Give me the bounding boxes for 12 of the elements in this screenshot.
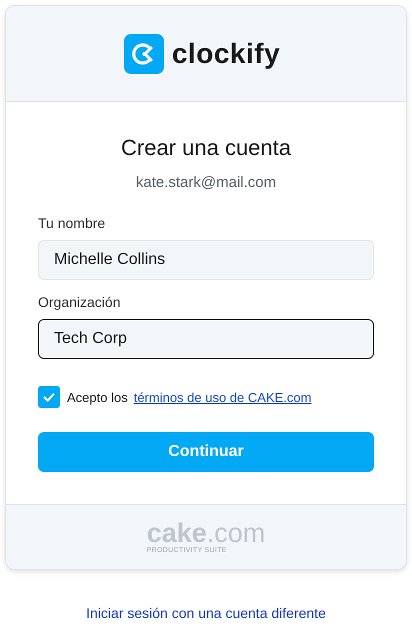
clock-logo-icon — [124, 34, 164, 74]
terms-link[interactable]: términos de uso de CAKE.com — [134, 390, 312, 404]
terms-label: Acepto los — [67, 390, 128, 404]
brand-name: clockify — [172, 38, 280, 70]
checkbox[interactable] — [38, 386, 60, 408]
input-field[interactable]: Michelle Collins — [38, 240, 374, 280]
switch-account-link[interactable]: Iniciar sesión con una cuenta diferente — [86, 605, 326, 621]
page-title: Crear una cuenta — [120, 135, 292, 161]
input-field[interactable]: Tech Corp — [38, 319, 374, 359]
account-email: kate.stark@mail.com — [134, 174, 278, 191]
field-label: Organización — [38, 294, 120, 310]
field-label: Tu nombre — [38, 215, 106, 231]
